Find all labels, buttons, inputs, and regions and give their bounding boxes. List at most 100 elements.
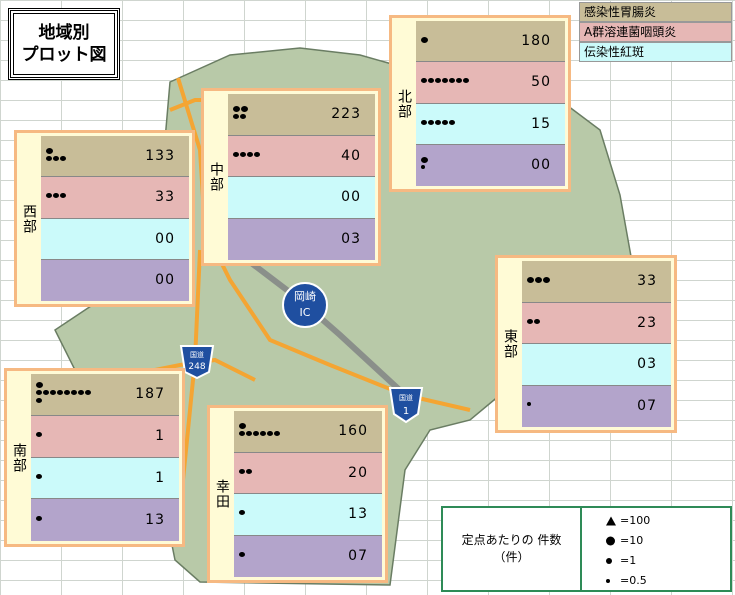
region-data-row: 13 xyxy=(31,499,179,541)
count-dots xyxy=(421,157,429,173)
row-value: 00 xyxy=(531,157,551,174)
region-box-tobu: 東部 33 23 03 07 xyxy=(495,255,677,433)
count-dots xyxy=(46,193,67,201)
disease-legend: 感染性胃腸炎 A群溶連菌咽頭炎 伝染性紅斑 xyxy=(579,2,732,62)
count-dots xyxy=(239,510,246,518)
region-data-row: 187 xyxy=(31,374,179,416)
count-dot-icon xyxy=(260,431,266,437)
region-data-row: 03 xyxy=(228,218,375,260)
count-dot-icon xyxy=(60,156,66,162)
count-dot-icon xyxy=(456,78,462,84)
count-dot-icon xyxy=(247,151,253,157)
region-data-row: 133 xyxy=(41,136,189,178)
region-box-kota: 幸田 160 20 13 07 xyxy=(207,405,388,583)
count-dot-icon xyxy=(527,402,531,407)
region-data-row: 50 xyxy=(416,62,565,104)
count-dot-icon xyxy=(442,78,448,84)
count-dot-icon xyxy=(36,382,43,389)
title-line-2: プロット図 xyxy=(21,45,107,65)
region-data-row: 15 xyxy=(416,103,565,145)
row-value: 1 xyxy=(155,469,165,486)
count-dot-icon xyxy=(421,157,428,164)
count-dot-icon xyxy=(43,390,49,396)
region-name: 南部 xyxy=(7,371,31,544)
region-data-row: 13 xyxy=(234,494,382,536)
count-dots xyxy=(527,318,541,327)
row-value: 03 xyxy=(637,356,657,373)
unit-legend-100: =100 xyxy=(606,514,650,527)
region-name-text: 西部 xyxy=(21,203,37,234)
count-dot-icon xyxy=(428,119,434,125)
count-dot-icon xyxy=(36,390,42,396)
count-dot-icon xyxy=(233,106,240,113)
count-dots xyxy=(239,423,281,439)
region-box-seibu: 西部 133 33 00 00 xyxy=(14,130,195,307)
region-data-row: 00 xyxy=(416,144,565,186)
legend-item-strep: A群溶連菌咽頭炎 xyxy=(579,22,732,42)
okazaki-ic-badge: 岡崎 IC xyxy=(282,282,328,328)
title-line-1: 地域別 xyxy=(38,23,90,43)
count-dot-icon xyxy=(36,473,42,479)
count-dot-icon xyxy=(233,114,239,120)
row-value: 180 xyxy=(521,33,551,50)
region-data-row: 23 xyxy=(522,302,671,344)
region-rows: 133 33 00 00 xyxy=(41,136,189,301)
count-dot-icon xyxy=(57,390,63,396)
count-dot-icon xyxy=(449,119,455,125)
count-dot-icon xyxy=(428,78,434,84)
count-dot-icon xyxy=(46,148,53,155)
count-dots xyxy=(36,473,43,482)
region-data-row: 00 xyxy=(41,259,189,301)
region-data-row: 1 xyxy=(31,457,179,500)
row-value: 1 xyxy=(155,428,165,445)
count-dot-icon xyxy=(274,431,280,437)
count-dots xyxy=(239,552,246,560)
unit-legend-1: =1 xyxy=(606,554,636,567)
region-data-row: 1 xyxy=(31,415,179,458)
region-name: 幸田 xyxy=(210,408,234,580)
count-dots xyxy=(527,277,551,285)
row-value: 133 xyxy=(145,148,175,165)
count-dot-icon xyxy=(53,193,59,199)
count-dot-icon xyxy=(233,151,239,157)
count-dot-icon xyxy=(435,119,441,125)
unit-legend-text: 定点あたりの 件数 xyxy=(461,533,562,547)
svg-text:IC: IC xyxy=(300,306,311,319)
region-name-text: 北部 xyxy=(396,88,412,119)
row-value: 223 xyxy=(331,106,361,123)
count-dot-icon xyxy=(267,431,273,437)
region-data-row: 33 xyxy=(522,261,671,303)
count-dot-icon xyxy=(421,37,428,44)
count-dots xyxy=(233,151,261,160)
region-name-text: 東部 xyxy=(502,329,518,359)
region-name: 東部 xyxy=(498,258,522,430)
region-data-row: 07 xyxy=(234,535,382,577)
svg-text:国道: 国道 xyxy=(399,393,413,402)
count-dot-icon xyxy=(239,552,245,558)
region-data-row: 00 xyxy=(228,177,375,219)
unit-legend-half: =0.5 xyxy=(606,574,647,587)
count-dot-icon xyxy=(535,277,542,284)
region-rows: 180 50 15 00 xyxy=(416,21,565,186)
count-dot-icon xyxy=(36,432,42,438)
count-dots xyxy=(36,516,43,524)
row-value: 07 xyxy=(348,548,368,565)
region-rows: 33 23 03 07 xyxy=(522,261,671,427)
count-dot-icon xyxy=(463,78,469,84)
region-rows: 187 1 1 13 xyxy=(31,374,179,541)
count-dots xyxy=(527,402,532,410)
count-dots xyxy=(36,432,43,440)
count-dot-icon xyxy=(253,431,259,437)
route-248-sign: 国道 248 xyxy=(179,345,215,380)
region-box-hokubu: 北部 180 50 15 00 xyxy=(389,15,571,192)
region-name: 西部 xyxy=(17,133,41,304)
count-dot-icon xyxy=(449,78,455,84)
tiny-dot-icon xyxy=(606,578,610,583)
count-dot-icon xyxy=(53,156,59,162)
row-value: 187 xyxy=(135,386,165,403)
region-name-text: 中部 xyxy=(208,162,224,192)
count-dots xyxy=(36,382,92,406)
triangle-icon xyxy=(606,516,616,525)
region-data-row: 180 xyxy=(416,21,565,63)
small-dot-icon xyxy=(606,557,612,564)
